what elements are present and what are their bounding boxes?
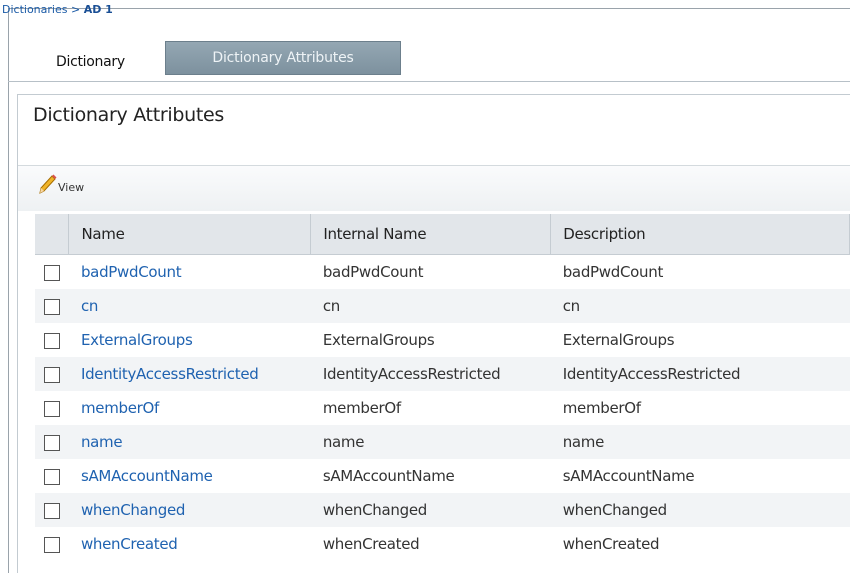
attribute-internal-name: name [310,425,551,459]
attribute-internal-name: whenCreated [322,535,420,553]
attribute-name-link[interactable]: badPwdCount [69,255,311,290]
attribute-name-link[interactable]: cn [68,289,311,323]
attribute-internal-name: ExternalGroups [322,331,435,349]
row-checkbox[interactable] [43,332,60,349]
attribute-description: badPwdCount [562,263,664,281]
attribute-name-link[interactable]: sAMAccountName [69,459,311,493]
row-checkbox[interactable] [43,502,60,519]
row-checkbox[interactable] [43,434,60,451]
attribute-description: whenChanged [550,493,850,527]
attribute-description: sAMAccountName [562,467,695,485]
attribute-name-link[interactable]: whenCreated [69,527,311,561]
attribute-name-link[interactable]: name [68,425,311,459]
table-row: sAMAccountName sAMAccountName sAMAccount… [35,459,850,493]
row-checkbox-cell [35,425,69,459]
attribute-internal-name: whenChanged [310,493,551,527]
row-checkbox[interactable] [43,264,60,281]
row-checkbox[interactable] [43,298,60,315]
attribute-internal-name: IdentityAccessRestricted [310,357,551,391]
row-checkbox-cell [35,357,69,391]
tab-dictionary-attributes[interactable]: Dictionary Attributes [165,41,401,75]
row-checkbox-cell [35,391,69,425]
attribute-name-link[interactable]: memberOf [69,391,311,425]
row-checkbox-cell [35,459,69,493]
row-checkbox[interactable] [43,536,60,553]
attribute-name-link[interactable]: whenChanged [68,493,311,527]
attribute-description: memberOf [562,399,641,417]
table-row: badPwdCount badPwdCount badPwdCount [35,255,850,290]
table-row: cn cn cn [35,289,850,323]
attribute-description: whenCreated [562,535,660,553]
attribute-description: cn [550,289,850,323]
row-checkbox-cell [35,527,69,561]
tab-divider [8,81,850,82]
column-header-internal-name[interactable]: Internal Name [310,214,552,255]
table-row: memberOf memberOf memberOf [35,391,850,425]
row-checkbox-cell [35,323,69,357]
attribute-name-link[interactable]: ExternalGroups [69,323,311,357]
column-header-name[interactable]: Name [68,214,312,255]
attribute-description: name [550,425,850,459]
table-row: whenChanged whenChanged whenChanged [35,493,850,527]
table-row: name name name [35,425,850,459]
attribute-internal-name: cn [310,289,551,323]
row-checkbox[interactable] [43,468,60,485]
row-checkbox[interactable] [43,400,60,417]
toolbar [18,165,850,211]
breadcrumb-separator: > [67,3,84,16]
row-checkbox-cell [35,493,69,527]
row-checkbox-cell [35,289,69,323]
table-header-row: Name Internal Name Description [35,214,850,255]
attribute-internal-name: sAMAccountName [322,467,455,485]
breadcrumb-parent-link[interactable]: Dictionaries [2,3,67,16]
attribute-internal-name: memberOf [322,399,401,417]
section-title: Dictionary Attributes [33,104,224,126]
view-button[interactable]: View [58,181,84,194]
attribute-description: ExternalGroups [562,331,675,349]
table-row: IdentityAccessRestricted IdentityAccessR… [35,357,850,391]
table-row: ExternalGroups ExternalGroups ExternalGr… [35,323,850,357]
table-row: whenCreated whenCreated whenCreated [35,527,850,561]
row-checkbox[interactable] [43,366,60,383]
select-column-header [35,214,70,255]
column-header-description[interactable]: Description [550,214,850,255]
tab-dictionary[interactable]: Dictionary [56,54,125,70]
attributes-table: Name Internal Name Description badPwdCou… [35,214,850,561]
attribute-name-link[interactable]: IdentityAccessRestricted [68,357,311,391]
breadcrumb-current: AD 1 [83,3,113,16]
pencil-icon[interactable] [36,173,58,195]
row-checkbox-cell [35,255,69,290]
breadcrumb: Dictionaries > AD 1 [2,3,113,16]
attribute-description: IdentityAccessRestricted [550,357,850,391]
attribute-internal-name: badPwdCount [322,263,424,281]
